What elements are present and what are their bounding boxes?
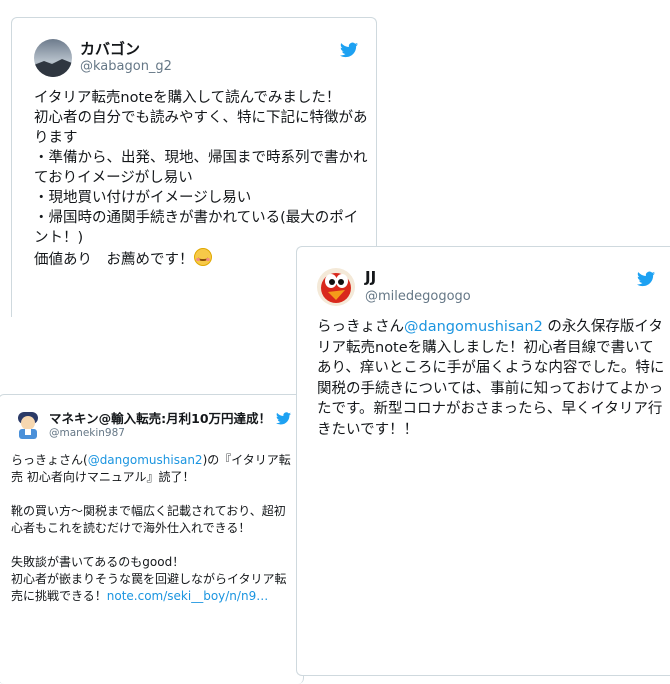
author-handle[interactable]: @manekin987: [49, 427, 125, 439]
tweet-body-rest: )の『イタリア転売 初心者向けマニュアル』読了！ 靴の買い方〜関税まで幅広く記載…: [11, 453, 291, 603]
twitter-bird-icon[interactable]: [637, 271, 655, 287]
smiling-face-icon: [193, 248, 212, 266]
note-link[interactable]: note.com/seki__boy/n/n9…: [107, 589, 268, 603]
mention-link[interactable]: @dangomushisan2: [404, 319, 543, 335]
tweet-body-start: らっきょさん: [317, 319, 404, 335]
twitter-bird-icon[interactable]: [276, 412, 291, 425]
avatar[interactable]: [317, 268, 355, 306]
tweet-body-start: らっきょさん(: [11, 453, 88, 467]
avatar[interactable]: [34, 39, 72, 77]
avatar[interactable]: [15, 409, 41, 439]
author-handle[interactable]: @kabagon_g2: [80, 59, 172, 74]
tweet-body: イタリア転売noteを購入して読んでみました！ 初心者の自分でも読みやすく、特に…: [34, 90, 368, 268]
tweet-text: らっきょさん@dangomushisan2 の永久保存版イタリア転売noteを購…: [317, 317, 665, 440]
author-handle[interactable]: @miledegogogo: [365, 289, 471, 304]
tweet-body-rest: の永久保存版イタリア転売noteを購入しました！初心者目線で書いてあり、痒いとこ…: [317, 319, 665, 438]
tweet-text: イタリア転売noteを購入して読んでみました！ 初心者の自分でも読みやすく、特に…: [34, 88, 368, 270]
tweet-card-manekin[interactable]: マネキン@輸入転売:月利10万円達成！ @manekin987 らっきょさん(@…: [0, 394, 304, 684]
tweet-text: らっきょさん(@dangomushisan2)の『イタリア転売 初心者向けマニュ…: [11, 452, 296, 605]
mention-link[interactable]: @dangomushisan2: [88, 453, 203, 467]
author-name[interactable]: JJ: [365, 268, 376, 286]
author-name[interactable]: カバゴン: [80, 38, 140, 59]
twitter-bird-icon[interactable]: [340, 42, 358, 58]
tweet-card-jj[interactable]: JJ @miledegogogo らっきょさん@dangomushisan2 の…: [296, 246, 670, 676]
author-name[interactable]: マネキン@輸入転売:月利10万円達成！: [49, 408, 271, 427]
